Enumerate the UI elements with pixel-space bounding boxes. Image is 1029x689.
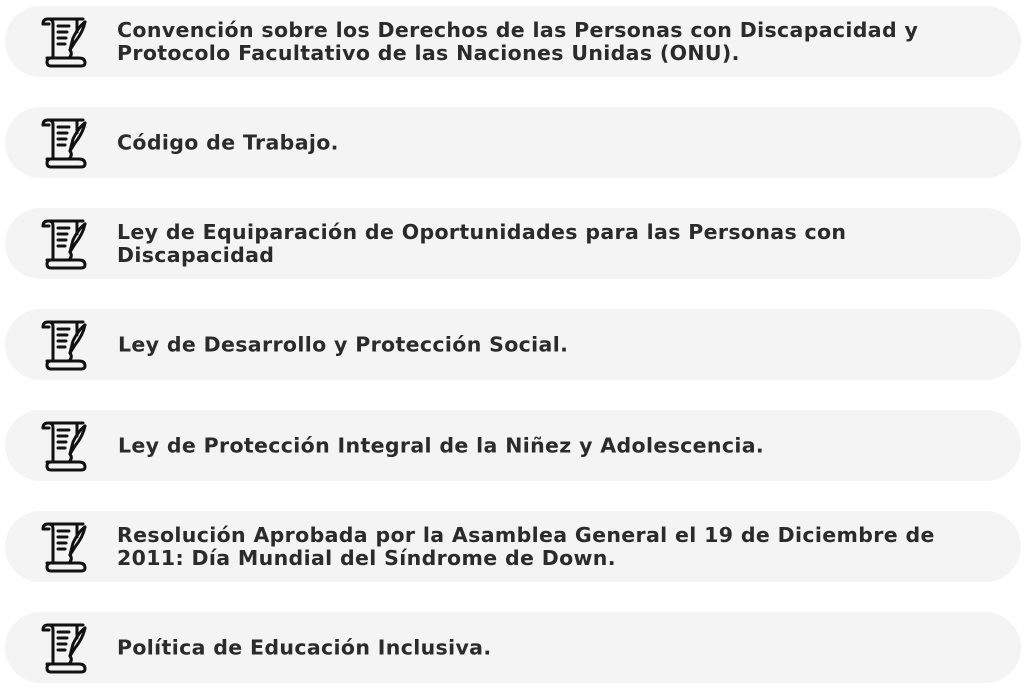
scroll-document-icon	[39, 16, 89, 68]
legal-documents-list: Convención sobre los Derechos de las Per…	[0, 0, 1029, 689]
scroll-document-icon	[39, 319, 89, 371]
list-item-ley-proteccion[interactable]: Ley de Protección Integral de la Niñez y…	[5, 410, 1021, 481]
list-item-label: Resolución Aprobada por la Asamblea Gene…	[117, 522, 935, 570]
list-item-codigo-trabajo[interactable]: Código de Trabajo.	[5, 107, 1021, 178]
list-item-convencion[interactable]: Convención sobre los Derechos de las Per…	[5, 6, 1021, 77]
list-item-label: Código de Trabajo.	[117, 130, 339, 154]
scroll-document-icon	[39, 622, 89, 674]
list-item-ley-equiparacion[interactable]: Ley de Equiparación de Oportunidades par…	[5, 208, 1021, 279]
list-item-ley-desarrollo[interactable]: Ley de Desarrollo y Protección Social.	[5, 309, 1021, 380]
list-item-label: Ley de Protección Integral de la Niñez y…	[118, 433, 765, 457]
scroll-document-icon	[39, 218, 89, 270]
list-item-label: Política de Educación Inclusiva.	[117, 635, 492, 659]
list-item-politica-educacion[interactable]: Política de Educación Inclusiva.	[5, 612, 1021, 683]
list-item-label: Ley de Desarrollo y Protección Social.	[118, 332, 569, 356]
list-item-label: Convención sobre los Derechos de las Per…	[117, 17, 919, 65]
list-item-label: Ley de Equiparación de Oportunidades par…	[117, 219, 847, 267]
scroll-document-icon	[39, 521, 89, 573]
scroll-document-icon	[39, 117, 89, 169]
list-item-resolucion[interactable]: Resolución Aprobada por la Asamblea Gene…	[5, 511, 1021, 582]
scroll-document-icon	[39, 420, 89, 472]
